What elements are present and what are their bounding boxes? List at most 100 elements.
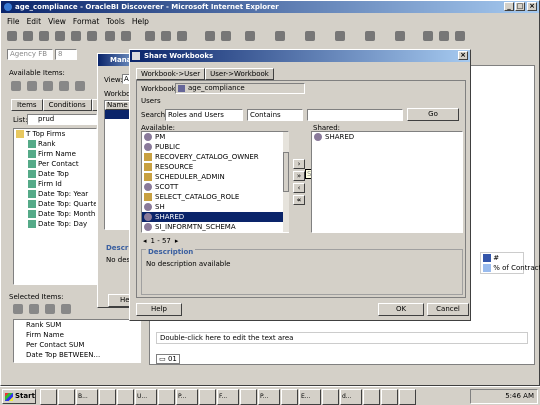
toolbar-icon[interactable] [245,31,255,41]
prev-page-icon[interactable]: ◂ [143,237,147,245]
taskbar-button[interactable] [399,389,416,405]
move-right-button[interactable]: › [293,159,305,169]
ok-button[interactable]: OK [378,303,424,316]
move-left-button[interactable]: ‹ [293,183,305,193]
available-user[interactable]: SELECT_CATALOG_ROLE [142,192,288,202]
available-user[interactable]: PUBLIC [142,142,288,152]
taskbar-button[interactable]: d... [340,389,362,405]
menu-edit[interactable]: Edit [27,17,42,26]
maximize-button[interactable]: □ [515,2,525,11]
toolbar-icon[interactable] [23,31,33,41]
tree-item[interactable]: Date Top: Day [14,219,96,229]
taskbar-button[interactable]: F... [217,389,239,405]
toolbar-icon[interactable] [29,304,39,314]
tree-item[interactable]: Firm Name [14,149,96,159]
menu-file[interactable]: File [7,17,20,26]
taskbar-button[interactable] [199,389,216,405]
available-scrollbar[interactable] [283,132,289,232]
taskbar-button[interactable] [40,389,57,405]
tab-items[interactable]: Items [11,99,43,111]
toolbar-icon[interactable] [121,31,131,41]
minimize-button[interactable]: _ [504,2,514,11]
shared-user[interactable]: SHARED [312,132,462,142]
cancel-button[interactable]: Cancel [427,303,469,316]
move-all-left-button[interactable]: « [293,195,305,205]
available-user[interactable]: RECOVERY_CATALOG_OWNER [142,152,288,162]
taskbar-button[interactable] [281,389,298,405]
selected-item[interactable]: Firm Name [14,330,140,340]
list-select[interactable]: prud [27,114,97,125]
toolbar-icon[interactable] [59,81,69,91]
toolbar-icon[interactable] [335,31,345,41]
toolbar-icon[interactable] [7,31,17,41]
taskbar-button[interactable] [58,389,75,405]
search-input[interactable] [307,109,403,121]
toolbar-icon[interactable] [105,31,115,41]
tab-user-workbook[interactable]: User->Workbook [205,68,274,80]
toolbar-icon[interactable] [11,81,21,91]
taskbar-button[interactable]: P... [258,389,280,405]
search-by-select[interactable]: Roles and Users [165,109,243,121]
taskbar-button[interactable] [381,389,398,405]
toolbar-icon[interactable] [161,31,171,41]
tree-item[interactable]: Date Top: Year [14,189,96,199]
tab-conditions[interactable]: Conditions [42,99,92,111]
taskbar-button[interactable]: U... [135,389,157,405]
start-button[interactable]: Start [2,389,36,404]
tree-item[interactable]: Date Top [14,169,96,179]
toolbar-icon[interactable] [55,31,65,41]
selected-item[interactable]: Date Top BETWEEN... [14,350,140,360]
toolbar-icon[interactable] [221,31,231,41]
next-page-icon[interactable]: ▸ [175,237,179,245]
toolbar-icon[interactable] [71,31,81,41]
toolbar-icon[interactable] [87,31,97,41]
taskbar-button[interactable]: B... [76,389,98,405]
taskbar-button[interactable]: P... [176,389,198,405]
toolbar-icon[interactable] [13,304,23,314]
selected-item[interactable]: Per Contact SUM [14,340,140,350]
available-user[interactable]: SI_INFORMTN_SCHEMA [142,222,288,232]
available-user[interactable]: PM [142,132,288,142]
toolbar-icon[interactable] [455,31,465,41]
toolbar-icon[interactable] [75,81,85,91]
toolbar-icon[interactable] [43,81,53,91]
tree-item[interactable]: Date Top: Quarter [14,199,96,209]
tree-item[interactable]: Rank [14,139,96,149]
menu-help[interactable]: Help [132,17,149,26]
toolbar-icon[interactable] [275,31,285,41]
toolbar-icon[interactable] [365,31,375,41]
tree-item[interactable]: T Top Firms [14,129,96,139]
toolbar-icon[interactable] [395,31,405,41]
toolbar-icon[interactable] [177,31,187,41]
taskbar-button[interactable] [158,389,175,405]
toolbar-icon[interactable] [205,31,215,41]
available-user[interactable]: RESOURCE [142,162,288,172]
dialog-close-button[interactable]: × [458,51,468,60]
taskbar-button[interactable] [99,389,116,405]
close-button[interactable]: × [527,2,537,11]
taskbar-button[interactable] [363,389,380,405]
available-user[interactable]: SH [142,202,288,212]
toolbar-icon[interactable] [39,31,49,41]
menu-tools[interactable]: Tools [106,17,124,26]
toolbar-icon[interactable] [423,31,433,41]
help-button[interactable]: Help [136,303,182,316]
available-user[interactable]: SCOTT [142,182,288,192]
sheet-tab[interactable]: ▭ 01 [156,354,180,364]
selected-item[interactable]: Rank SUM [14,320,140,330]
tree-item[interactable]: Per Contact [14,159,96,169]
move-all-right-button[interactable]: » [293,171,305,181]
menu-format[interactable]: Format [73,17,99,26]
toolbar-icon[interactable] [61,304,71,314]
tree-item[interactable]: Firm Id [14,179,96,189]
search-op-select[interactable]: Contains [247,109,303,121]
font-select[interactable]: Agency FB [7,49,53,60]
toolbar-icon[interactable] [45,304,55,314]
toolbar-icon[interactable] [27,81,37,91]
menu-view[interactable]: View [48,17,66,26]
taskbar-button[interactable]: E... [299,389,321,405]
toolbar-icon[interactable] [439,31,449,41]
taskbar-button[interactable] [240,389,257,405]
tab-workbook-user[interactable]: Workbook->User [136,68,206,80]
size-select[interactable]: 8 [55,49,77,60]
